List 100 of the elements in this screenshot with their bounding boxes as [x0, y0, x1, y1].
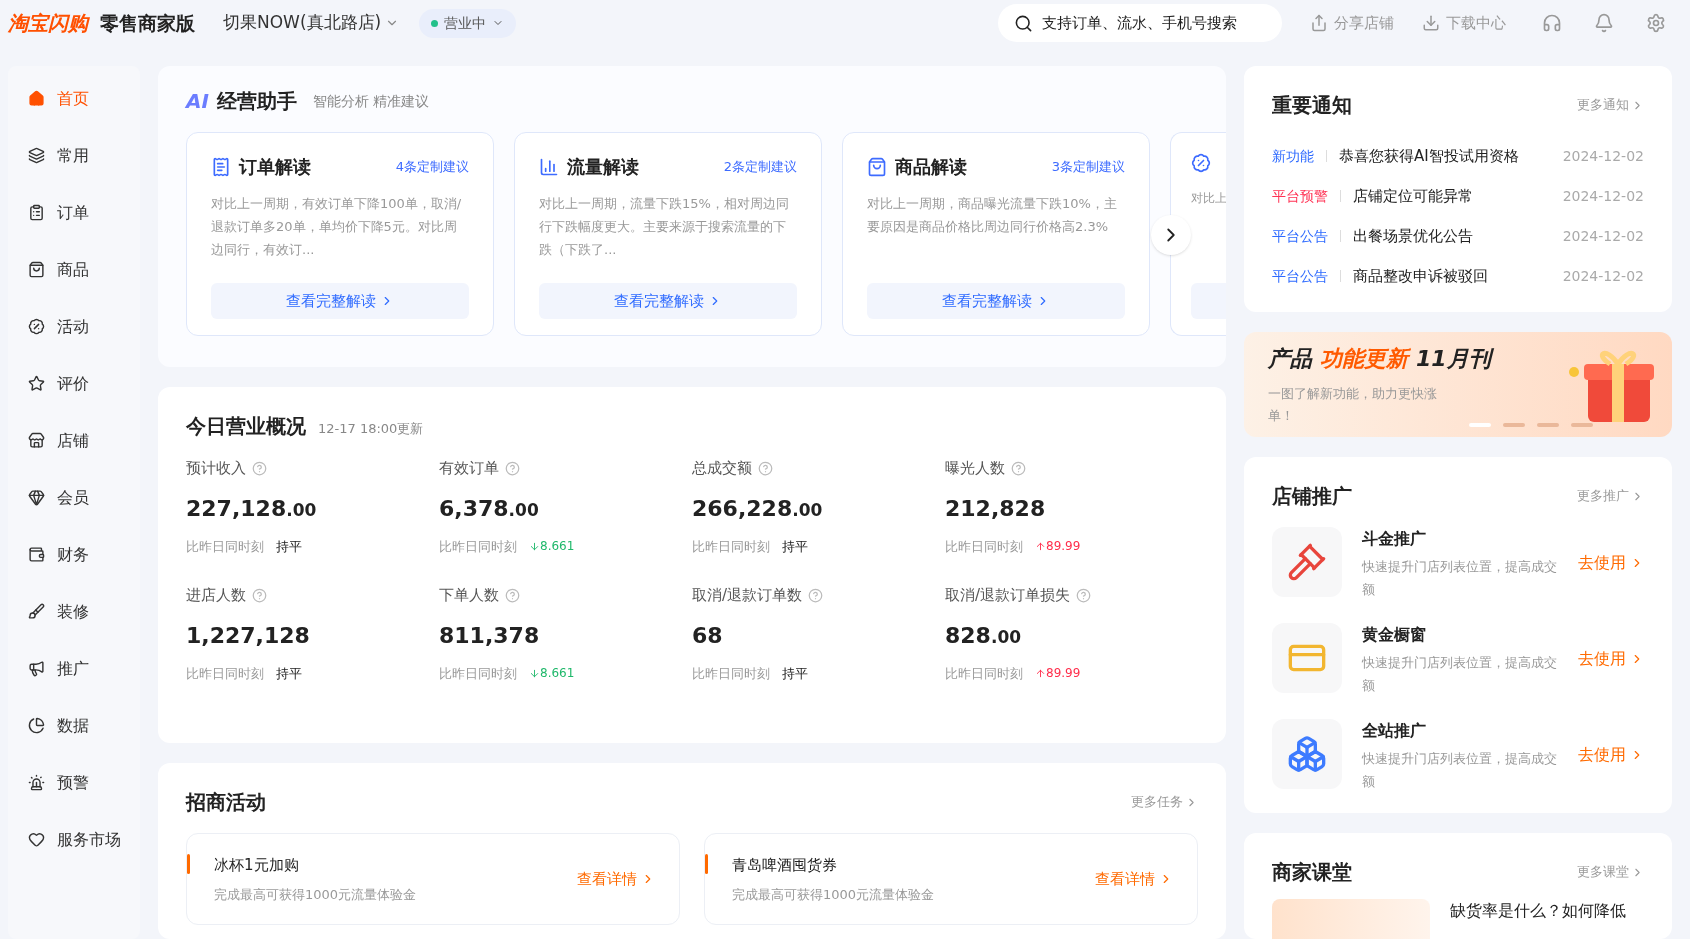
panel-subtitle: 智能分析 精准建议 [312, 91, 430, 111]
metric-value: 212,828 [945, 494, 1047, 523]
sidebar-item[interactable]: 推广 [8, 640, 140, 697]
next-arrow-button[interactable] [1151, 215, 1191, 255]
notice-date: 2024-12-02 [1562, 146, 1644, 166]
sidebar-item[interactable]: 评价 [8, 355, 140, 412]
metric-label: 有效订单 [439, 458, 499, 479]
wallet-icon [28, 546, 45, 563]
change-value: 89.99 [1035, 537, 1081, 556]
notice-date: 2024-12-02 [1562, 186, 1644, 206]
metric-label: 下单人数 [439, 585, 499, 606]
notice-tag: 新功能 [1272, 145, 1314, 167]
arrow-up-icon [1035, 540, 1046, 552]
help-icon[interactable] [1011, 460, 1026, 476]
store-selector[interactable]: 切果NOW(真北路店) [223, 10, 400, 36]
notice-tag: 平台预警 [1272, 185, 1328, 207]
read-more-button[interactable]: 查看完整解读 [867, 283, 1125, 319]
metric-label: 进店人数 [186, 585, 246, 606]
sidebar-item[interactable]: 订单 [8, 184, 140, 241]
headset-icon[interactable] [1542, 13, 1562, 33]
pie-chart-icon [28, 717, 45, 734]
sidebar-item[interactable]: 装修 [8, 583, 140, 640]
notice-text: 恭喜您获得AI智投试用资格 [1339, 145, 1520, 167]
metric-value: 6,378.00 [439, 494, 540, 523]
layers-icon [28, 147, 45, 164]
metric-label: 总成交额 [692, 458, 752, 479]
sidebar-item[interactable]: 财务 [8, 526, 140, 583]
help-icon[interactable] [252, 460, 267, 476]
compare-label: 比昨日同时刻 [945, 537, 1023, 556]
metric-value: 68 [692, 621, 724, 650]
help-icon[interactable] [1076, 587, 1092, 603]
sidebar-item[interactable]: 活动 [8, 298, 140, 355]
settings-icon[interactable] [1646, 13, 1666, 33]
ai-logo-text: AI [186, 88, 209, 115]
download-icon [1422, 14, 1440, 32]
promotion-title: 黄金橱窗 [1362, 624, 1427, 646]
metric-value: 1,227,128 [186, 621, 311, 650]
help-icon[interactable] [808, 587, 824, 603]
change-value: 持平 [276, 537, 302, 556]
panel-title: 重要通知 [1272, 92, 1352, 119]
help-icon[interactable] [758, 460, 773, 476]
metric-value: 266,228.00 [692, 494, 824, 523]
bell-icon[interactable] [1594, 13, 1614, 33]
compare-label: 比昨日同时刻 [692, 664, 770, 683]
sidebar-item[interactable]: 服务市场 [8, 811, 140, 868]
compare-label: 比昨日同时刻 [945, 664, 1023, 683]
help-icon[interactable] [252, 587, 267, 603]
card-text: 对比上 [1191, 190, 1226, 207]
metric-label: 取消/退款订单数 [692, 585, 803, 606]
percent-badge-icon [28, 318, 45, 335]
read-more-button[interactable]: 查看完整解读 [211, 283, 469, 319]
sidebar-item[interactable]: 店铺 [8, 412, 140, 469]
bar-chart-icon [539, 156, 559, 177]
notice-item[interactable]: 平台预警 店铺定位可能异常 2024-12-02 [1272, 176, 1644, 216]
percent-badge-icon [1191, 153, 1211, 173]
arrow-up-icon [1035, 667, 1046, 679]
notice-item[interactable]: 平台公告 出餐场景优化公告 2024-12-02 [1272, 216, 1644, 256]
notice-date: 2024-12-02 [1562, 226, 1644, 246]
sidebar-item[interactable]: 常用 [8, 127, 140, 184]
notice-tag: 平台公告 [1272, 225, 1328, 247]
help-icon[interactable] [505, 587, 520, 603]
banner-title: 产品 [1268, 345, 1312, 373]
read-more-button[interactable]: 查看完整解读 [539, 283, 797, 319]
metric-value: 227,128.00 [186, 494, 318, 523]
logo-text: 淘宝闪购 [8, 10, 88, 37]
sidebar-item[interactable]: 预警 [8, 754, 140, 811]
siren-icon [28, 774, 45, 791]
metric-value: 811,378 [439, 621, 541, 650]
notice-item[interactable]: 新功能 恭喜您获得AI智投试用资格 2024-12-02 [1272, 136, 1644, 176]
compare-label: 比昨日同时刻 [439, 537, 517, 556]
promotion-title: 全站推广 [1362, 720, 1427, 742]
campaign-desc: 完成最高可获得1000元流量体验金 [732, 885, 936, 904]
arrow-down-icon [529, 667, 540, 679]
panel-title: 经营助手 [216, 88, 297, 115]
cubes-icon [1287, 734, 1327, 774]
promotion-desc: 快速提升门店列表位置，提高成交额 [1362, 654, 1558, 695]
promotion-desc: 快速提升门店列表位置，提高成交额 [1362, 750, 1558, 791]
update-time: 12-17 18:00更新 [318, 420, 424, 438]
change-value: 持平 [782, 664, 808, 683]
suggestion-count: 4条定制建议 [395, 157, 469, 176]
sidebar-item[interactable]: 商品 [8, 241, 140, 298]
search-field[interactable]: 支持订单、流水、手机号搜索 [998, 4, 1282, 42]
receipt-icon [211, 156, 231, 177]
sidebar-item[interactable]: 数据 [8, 697, 140, 754]
card-title: 商品解读 [895, 155, 967, 179]
bag-icon [28, 261, 45, 278]
card-title: 订单解读 [239, 155, 311, 179]
notice-item[interactable]: 平台公告 商品整改申诉被驳回 2024-12-02 [1272, 256, 1644, 296]
suggestion-count: 2条定制建议 [723, 157, 797, 176]
sidebar-item[interactable]: 会员 [8, 469, 140, 526]
compare-label: 比昨日同时刻 [186, 664, 264, 683]
star-icon [28, 375, 45, 392]
status-selector[interactable]: 营业中 [419, 8, 517, 38]
share-icon [1310, 14, 1328, 32]
help-icon[interactable] [505, 460, 520, 476]
brush-icon [28, 603, 45, 620]
compare-label: 比昨日同时刻 [692, 537, 770, 556]
metric-value: 828.00 [945, 621, 1023, 650]
notice-text: 出餐场景优化公告 [1353, 225, 1474, 247]
card-title: 流量解读 [567, 155, 639, 179]
